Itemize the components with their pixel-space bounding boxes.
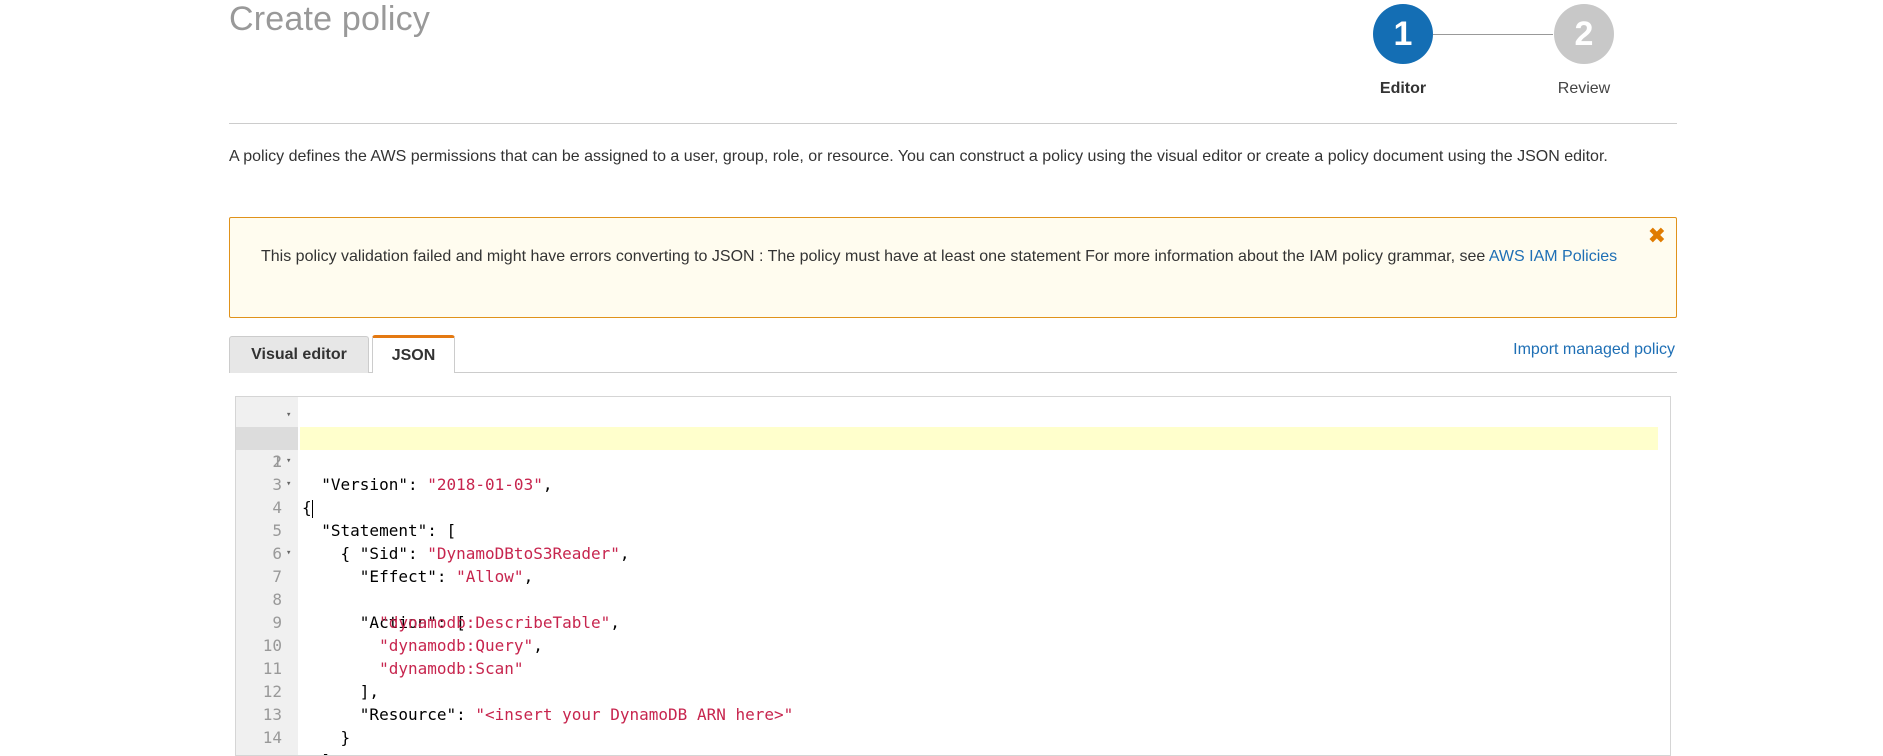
fold-icon[interactable]: ▾ xyxy=(286,450,291,473)
code-line[interactable]: 9 "dynamodb:Query", xyxy=(236,588,1670,655)
code-line[interactable]: 14 ] xyxy=(236,703,1670,755)
code-line[interactable]: 6 "Effect": "Allow", xyxy=(236,519,1670,586)
validation-alert: This policy validation failed and might … xyxy=(229,217,1677,318)
alert-message-text: This policy validation failed and might … xyxy=(261,248,1489,265)
code-line[interactable]: 10 "dynamodb:Scan" xyxy=(236,611,1670,678)
fold-icon[interactable]: ▾ xyxy=(286,473,291,496)
step-2-label: Review xyxy=(1557,80,1611,97)
code-line[interactable]: 7 ▾ "Action": [ xyxy=(236,542,1670,632)
line-number: 14 xyxy=(262,728,282,747)
step-1-circle: 1 xyxy=(1373,4,1433,64)
page-title: Create policy xyxy=(229,0,431,38)
code-line[interactable]: 8 "dynamodb:DescribeTable", xyxy=(236,565,1670,632)
code-line[interactable]: 2 "Version": "2018-01-03", xyxy=(236,427,1670,494)
step-1-label: Editor xyxy=(1379,80,1427,97)
stepper-connector xyxy=(1433,34,1553,35)
header-divider xyxy=(229,123,1677,124)
code-line[interactable]: 4 ▾ { xyxy=(236,473,1670,563)
aws-iam-policies-link[interactable]: AWS IAM Policies xyxy=(1489,248,1617,265)
code-line[interactable]: 12 "Resource": "<insert your DynamoDB AR… xyxy=(236,657,1670,724)
tab-json[interactable]: JSON xyxy=(372,335,455,373)
code-line[interactable]: 1 ▾ { xyxy=(236,404,1670,518)
json-editor[interactable]: 1 ▾ { 2 "Version": "2018-01-03", 3 ▾ "St… xyxy=(235,396,1671,756)
step-2-circle: 2 xyxy=(1554,4,1614,64)
wizard-stepper: 1 2 Editor Review xyxy=(1373,4,1614,104)
tab-visual-editor[interactable]: Visual editor xyxy=(229,336,369,373)
code-line[interactable]: 3 ▾ "Statement": [ xyxy=(236,450,1670,540)
close-icon[interactable]: ✖ xyxy=(1648,224,1666,248)
alert-message: This policy validation failed and might … xyxy=(261,244,1641,269)
editor-tabs: Visual editor JSON Import managed policy xyxy=(229,335,1677,373)
fold-icon[interactable]: ▾ xyxy=(286,404,291,427)
import-managed-policy-link[interactable]: Import managed policy xyxy=(1513,341,1675,359)
policy-description: A policy defines the AWS permissions tha… xyxy=(229,148,1608,165)
code-line[interactable]: 5 "Sid": "DynamoDBtoS3Reader", xyxy=(236,496,1670,563)
code-line[interactable]: 11 ], xyxy=(236,634,1670,701)
code-line[interactable]: 13 } xyxy=(236,680,1670,747)
fold-icon[interactable]: ▾ xyxy=(286,542,291,565)
